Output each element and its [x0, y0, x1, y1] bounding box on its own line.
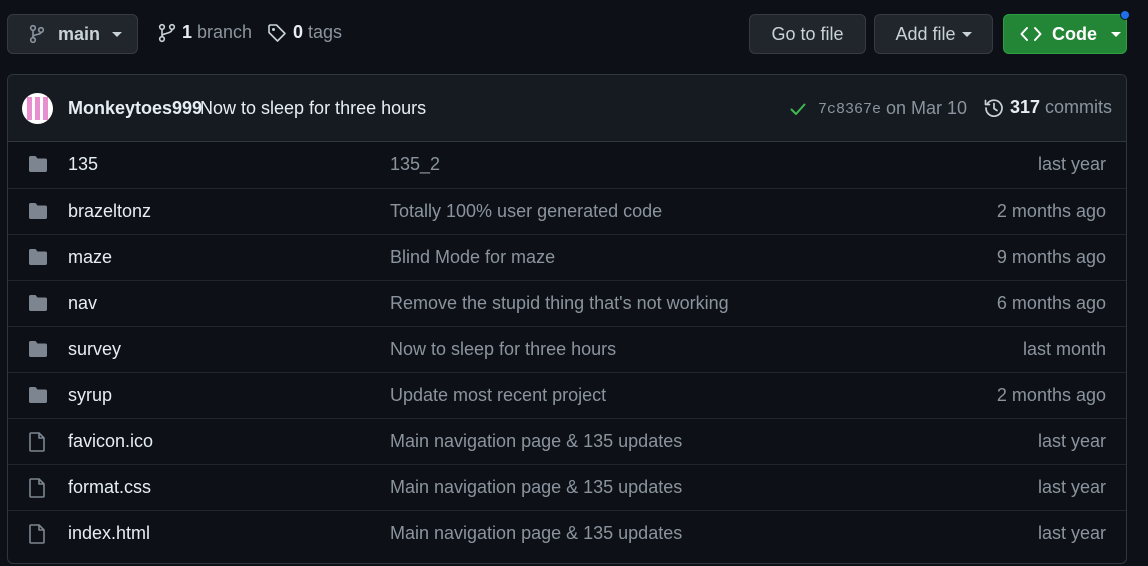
file-browser: Monkeytoes999 Now to sleep for three hou… [7, 74, 1127, 564]
commit-sha[interactable]: 7c8367e [818, 101, 881, 118]
branch-selector-button[interactable]: main [7, 14, 138, 54]
commit-author[interactable]: Monkeytoes999 [68, 98, 202, 119]
code-icon [1020, 27, 1042, 41]
notification-dot [1120, 10, 1130, 20]
commit-message-link[interactable]: Blind Mode for maze [390, 247, 555, 268]
file-name-link[interactable]: brazeltonz [68, 201, 151, 222]
repo-toolbar: main 1 branch 0 tags Go to file Add file… [0, 0, 1148, 70]
file-row[interactable]: 135 135_2 last year [8, 142, 1126, 188]
file-name-link[interactable]: 135 [68, 154, 98, 175]
commit-message-link[interactable]: Main navigation page & 135 updates [390, 523, 682, 544]
tags-link[interactable]: 0 tags [267, 22, 342, 43]
go-to-file-button[interactable]: Go to file [749, 14, 866, 54]
commit-age: last year [1037, 154, 1106, 174]
commits-history-link[interactable]: 317 commits [984, 97, 1112, 118]
chevron-down-icon [1111, 31, 1121, 37]
file-row[interactable]: favicon.ico Main navigation page & 135 up… [8, 418, 1126, 464]
commit-age: last month [1022, 339, 1106, 359]
file-icon [28, 524, 46, 549]
commit-message-link[interactable]: 135_2 [390, 154, 440, 175]
go-to-file-label: Go to file [771, 23, 844, 44]
check-icon[interactable] [789, 100, 807, 118]
commit-message-link[interactable]: Now to sleep for three hours [390, 339, 616, 360]
commit-message-link[interactable]: Remove the stupid thing that's not worki… [390, 293, 729, 314]
file-row[interactable]: brazeltonz Totally 100% user generated co… [8, 188, 1126, 234]
folder-icon [28, 202, 48, 225]
commit-message-link[interactable]: Totally 100% user generated code [390, 201, 662, 222]
git-branch-icon [158, 23, 176, 42]
code-button[interactable]: Code [1003, 14, 1127, 54]
commit-age: 2 months ago [996, 201, 1106, 221]
commit-age: last year [1037, 477, 1106, 497]
branch-name: main [58, 23, 101, 44]
commit-age: last year [1037, 431, 1106, 451]
history-icon [984, 98, 1003, 117]
add-file-button[interactable]: Add file [874, 14, 993, 54]
file-row[interactable]: format.css Main navigation page & 135 upd… [8, 464, 1126, 510]
tag-icon [268, 23, 286, 42]
branches-count: 1 [182, 22, 193, 42]
add-file-label: Add file [895, 23, 956, 44]
file-name-link[interactable]: format.css [68, 477, 151, 498]
commit-age: last year [1037, 523, 1106, 543]
tags-count: 0 [293, 22, 304, 42]
branches-label: branch [197, 22, 253, 42]
file-name-link[interactable]: favicon.ico [68, 431, 153, 452]
commit-message-link[interactable]: Update most recent project [390, 385, 606, 406]
commit-message-link[interactable]: Main navigation page & 135 updates [390, 477, 682, 498]
git-branch-icon [29, 24, 45, 44]
commit-age: 2 months ago [996, 385, 1106, 405]
file-name-link[interactable]: syrup [68, 385, 112, 406]
file-row[interactable]: maze Blind Mode for maze 9 months ago [8, 234, 1126, 280]
folder-icon [28, 386, 48, 409]
code-label: Code [1052, 23, 1097, 44]
chevron-down-icon [112, 31, 123, 37]
avatar[interactable] [22, 93, 53, 124]
commits-label: commits [1045, 97, 1113, 117]
branches-link[interactable]: 1 branch [158, 22, 252, 43]
file-list: 135 135_2 last year brazeltonz Totally 100% … [8, 142, 1126, 556]
folder-icon [28, 155, 48, 178]
chevron-down-icon [961, 31, 972, 37]
file-row[interactable]: syrup Update most recent project 2 months … [8, 372, 1126, 418]
folder-icon [28, 340, 48, 363]
commit-age: 9 months ago [996, 247, 1106, 267]
folder-icon [28, 248, 48, 271]
file-name-link[interactable]: maze [68, 247, 112, 268]
commits-count: 317 [1010, 97, 1041, 117]
file-row[interactable]: index.html Main navigation page & 135 upd… [8, 510, 1126, 556]
folder-icon [28, 294, 48, 317]
file-row[interactable]: nav Remove the stupid thing that's not wo… [8, 280, 1126, 326]
tags-label: tags [308, 22, 343, 42]
commit-date: on Mar 10 [886, 98, 968, 118]
file-name-link[interactable]: survey [68, 339, 121, 360]
file-icon [28, 432, 46, 457]
commit-message-link[interactable]: Main navigation page & 135 updates [390, 431, 682, 452]
file-name-link[interactable]: nav [68, 293, 97, 314]
commit-message[interactable]: Now to sleep for three hours [200, 98, 426, 119]
file-name-link[interactable]: index.html [68, 523, 150, 544]
file-icon [28, 478, 46, 503]
file-row[interactable]: survey Now to sleep for three hours last m… [8, 326, 1126, 372]
latest-commit-bar: Monkeytoes999 Now to sleep for three hou… [8, 75, 1126, 142]
commit-age: 6 months ago [996, 293, 1106, 313]
